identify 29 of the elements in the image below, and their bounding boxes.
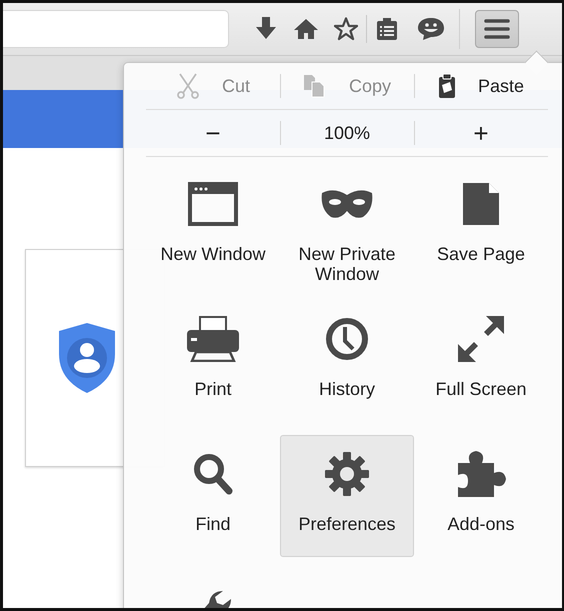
menu-item[interactable]: History bbox=[280, 300, 414, 422]
menu-item[interactable]: Full Screen bbox=[414, 300, 548, 422]
expand-arrows-icon bbox=[458, 316, 504, 362]
mask-icon bbox=[321, 189, 373, 219]
search-icon bbox=[192, 452, 234, 496]
address-field[interactable] bbox=[3, 10, 229, 48]
paste-button[interactable]: Paste bbox=[414, 63, 548, 109]
puzzle-piece-icon bbox=[456, 449, 506, 499]
menu-item[interactable]: Preferences bbox=[280, 435, 414, 557]
menu-button[interactable] bbox=[475, 10, 519, 48]
zoom-in-button[interactable]: + bbox=[414, 110, 548, 156]
browser-window-icon bbox=[188, 182, 238, 226]
menu-item[interactable]: Save Page bbox=[414, 165, 548, 287]
menu-item[interactable]: New Window bbox=[146, 165, 280, 287]
scissors-icon bbox=[176, 73, 200, 99]
menu-icon bbox=[484, 19, 510, 39]
document-icon bbox=[461, 181, 501, 227]
menu-item[interactable]: Find bbox=[146, 435, 280, 557]
printer-icon bbox=[186, 316, 240, 362]
menu-item[interactable]: New Private Window bbox=[280, 165, 414, 287]
menu-item[interactable]: Print bbox=[146, 300, 280, 422]
settings-icon bbox=[324, 451, 370, 497]
zoom-reset-button[interactable]: 100% bbox=[280, 110, 414, 156]
copy-icon bbox=[302, 74, 327, 98]
clipboard-icon bbox=[438, 73, 456, 99]
zoom-out-button[interactable]: − bbox=[146, 110, 280, 156]
menu-item[interactable]: Add-ons bbox=[414, 435, 548, 557]
shield-person-icon bbox=[58, 322, 116, 394]
clock-icon bbox=[325, 317, 369, 361]
